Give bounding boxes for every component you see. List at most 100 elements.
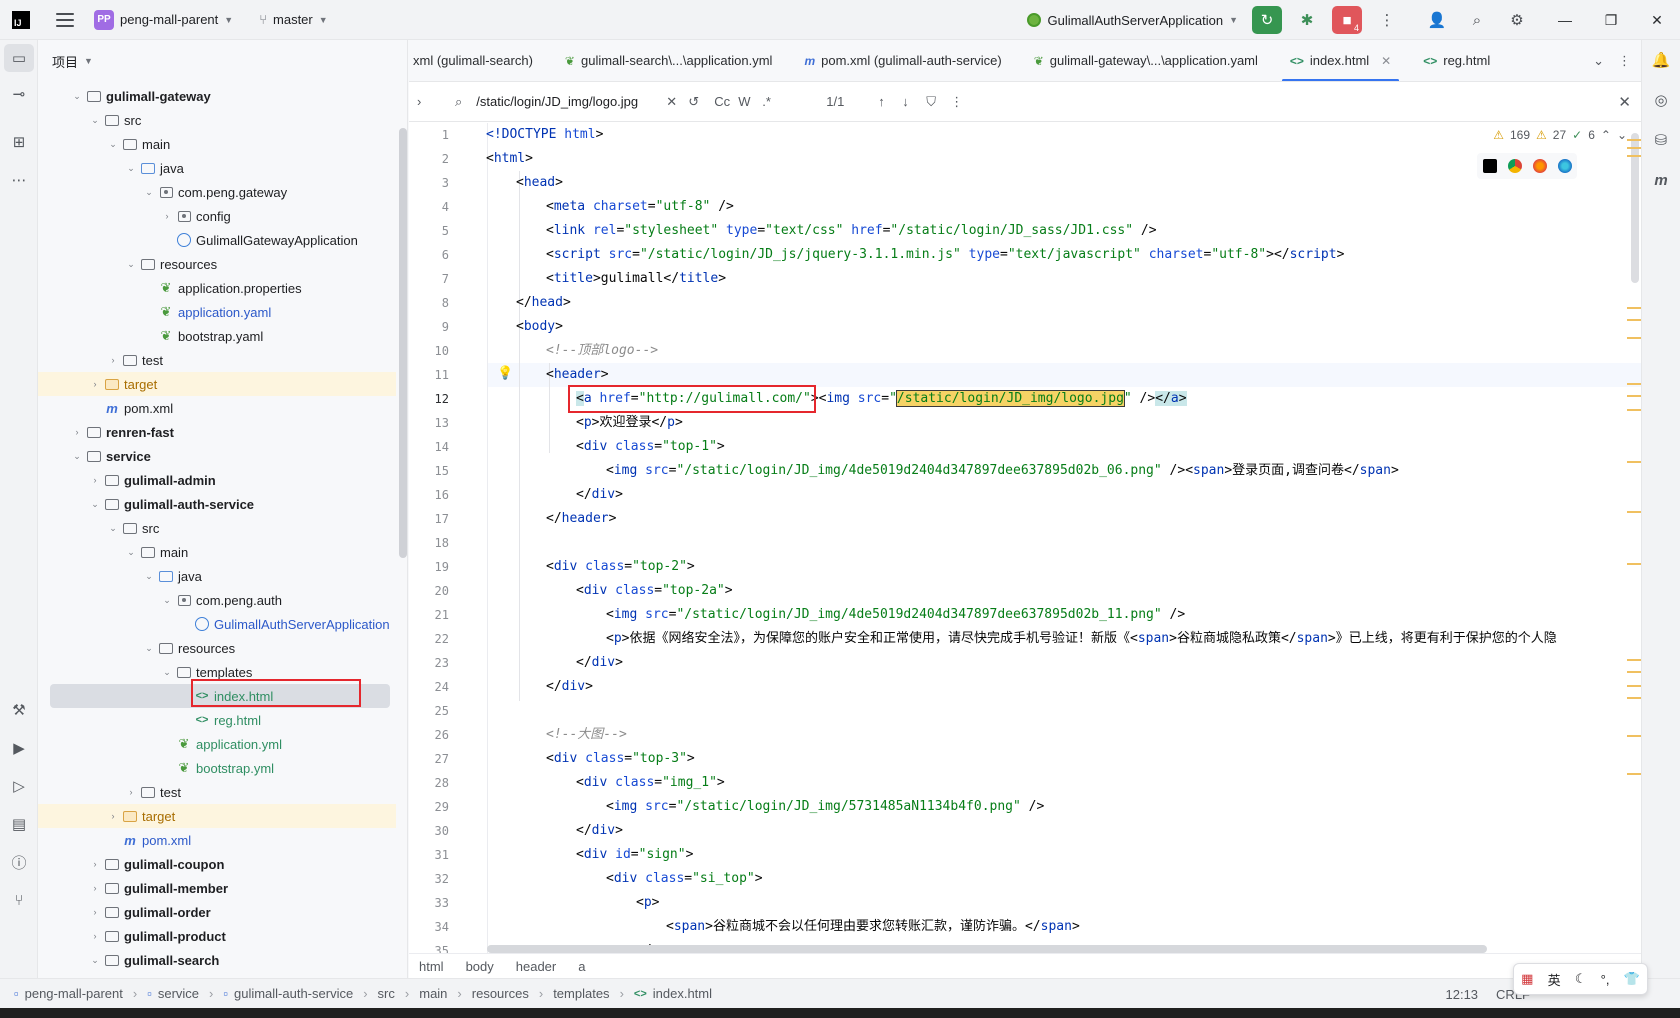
- error-stripe-mark[interactable]: [1627, 461, 1641, 463]
- status-crumb[interactable]: src: [378, 986, 395, 1001]
- status-crumb[interactable]: resources: [472, 986, 529, 1001]
- tree-node[interactable]: › test: [38, 780, 396, 804]
- error-stripe-mark[interactable]: [1627, 147, 1641, 149]
- database-icon[interactable]: ⛁: [1647, 126, 1675, 154]
- error-stripe-mark[interactable]: [1627, 337, 1641, 339]
- find-input[interactable]: /static/login/JD_img/logo.jpg: [476, 94, 666, 109]
- tree-node[interactable]: ⌄ service: [38, 444, 396, 468]
- status-crumb[interactable]: templates: [553, 986, 609, 1001]
- caret-position[interactable]: 12:13: [1446, 987, 1479, 1002]
- run-tool-icon[interactable]: ▷: [4, 772, 34, 800]
- expand-replace-icon[interactable]: ›: [417, 94, 437, 109]
- more-actions-icon[interactable]: ⋮: [1372, 6, 1402, 34]
- error-stripe-mark[interactable]: [1627, 511, 1641, 513]
- breadcrumb-item[interactable]: body: [466, 959, 494, 974]
- previous-highlight-icon[interactable]: ⌃: [1601, 128, 1611, 142]
- error-stripe-mark[interactable]: [1627, 773, 1641, 775]
- debug-button[interactable]: ✱: [1292, 6, 1322, 34]
- tree-node[interactable]: ⌄ src: [38, 108, 396, 132]
- tree-node[interactable]: GulimallAuthServerApplication: [38, 612, 396, 636]
- project-switcher[interactable]: PP peng-mall-parent ▼: [94, 9, 233, 30]
- stop-button[interactable]: ■ 4: [1332, 6, 1362, 34]
- clear-search-icon[interactable]: ✕: [666, 94, 688, 110]
- error-stripe-mark[interactable]: [1627, 319, 1641, 321]
- terminal-tool-icon[interactable]: ▤: [4, 810, 34, 838]
- error-stripe-mark[interactable]: [1627, 383, 1641, 385]
- tree-node[interactable]: ⌄ gulimall-search: [38, 948, 396, 972]
- intellij-browser-icon[interactable]: [1482, 159, 1497, 173]
- status-crumb[interactable]: main: [419, 986, 447, 1001]
- regex-toggle[interactable]: .*: [762, 94, 786, 109]
- error-stripe-mark[interactable]: [1627, 155, 1641, 157]
- find-more-icon[interactable]: ⋮: [950, 94, 974, 110]
- commit-tool-icon[interactable]: ⊸: [4, 80, 34, 108]
- ime-logo-icon[interactable]: ▦: [1521, 971, 1533, 987]
- ime-skin-icon[interactable]: 👕: [1624, 971, 1640, 987]
- tree-node[interactable]: ⌄ java: [38, 156, 396, 180]
- tree-node[interactable]: › gulimall-product: [38, 924, 396, 948]
- history-icon[interactable]: ↺: [688, 94, 714, 110]
- ime-punct-icon[interactable]: °,: [1601, 972, 1610, 987]
- notifications-bell-icon[interactable]: 🔔: [1647, 46, 1675, 74]
- tabs-dropdown-icon[interactable]: ⌄: [1593, 53, 1604, 69]
- close-tab-icon[interactable]: ✕: [1381, 54, 1391, 68]
- ime-language[interactable]: 英: [1548, 970, 1561, 989]
- edge-icon[interactable]: [1557, 159, 1572, 173]
- tree-node[interactable]: GulimallGatewayApplication: [38, 228, 396, 252]
- ai-assistant-icon[interactable]: ◎: [1647, 86, 1675, 114]
- whole-word-toggle[interactable]: W: [738, 94, 762, 109]
- tree-node[interactable]: ⌄ main: [38, 132, 396, 156]
- intention-bulb-icon[interactable]: 💡: [497, 366, 513, 381]
- build-tool-icon[interactable]: ⚒: [4, 696, 34, 724]
- tree-node[interactable]: ⌄ java: [38, 564, 396, 588]
- tree-node[interactable]: ⌄ src: [38, 516, 396, 540]
- tree-node[interactable]: ⌄ com.peng.gateway: [38, 180, 396, 204]
- project-tool-icon[interactable]: ▭: [4, 44, 34, 72]
- error-stripe-mark[interactable]: [1627, 139, 1641, 141]
- tab-index-html[interactable]: <> index.html ✕: [1274, 40, 1407, 81]
- more-tools-icon[interactable]: ⋯: [4, 166, 34, 194]
- rerun-button[interactable]: ↻: [1252, 6, 1282, 34]
- tab-reg-html[interactable]: <> reg.html: [1407, 40, 1506, 81]
- tree-node[interactable]: › gulimall-order: [38, 900, 396, 924]
- status-crumb[interactable]: peng-mall-parent: [25, 986, 123, 1001]
- add-user-icon[interactable]: 👤: [1422, 6, 1452, 34]
- git-tool-icon[interactable]: ⑂: [4, 886, 34, 914]
- tree-node[interactable]: ⌄ resources: [38, 636, 396, 660]
- tab-search-pom[interactable]: xml (gulimall-search): [409, 40, 549, 81]
- tree-node[interactable]: ⌄ gulimall-gateway: [38, 84, 396, 108]
- firefox-icon[interactable]: [1532, 159, 1547, 173]
- error-stripe-mark[interactable]: [1627, 735, 1641, 737]
- error-stripe-mark[interactable]: [1627, 671, 1641, 673]
- tree-node[interactable]: ⌄ main: [38, 540, 396, 564]
- tree-node[interactable]: m pom.xml: [38, 396, 396, 420]
- restore-button[interactable]: ❐: [1588, 0, 1634, 40]
- project-tree-scrollbar[interactable]: [399, 128, 407, 558]
- tabs-more-icon[interactable]: ⋮: [1618, 53, 1631, 69]
- tab-gateway-application-yaml[interactable]: ❦ gulimall-gateway\...\application.yaml: [1018, 40, 1274, 81]
- breadcrumb-item[interactable]: html: [419, 959, 444, 974]
- close-window-button[interactable]: ✕: [1634, 0, 1680, 40]
- error-stripe-mark[interactable]: [1627, 409, 1641, 411]
- tree-node[interactable]: › gulimall-coupon: [38, 852, 396, 876]
- ime-moon-icon[interactable]: ☾: [1575, 971, 1587, 987]
- tab-search-application-yml[interactable]: ❦ gulimall-search\...\application.yml: [549, 40, 789, 81]
- error-stripe-mark[interactable]: [1627, 685, 1641, 687]
- tree-node[interactable]: ❦ application.yaml: [38, 300, 396, 324]
- branch-switcher[interactable]: ⑂ master ▼: [259, 12, 327, 27]
- error-stripe-mark[interactable]: [1627, 697, 1641, 699]
- run-configuration-selector[interactable]: GulimallAuthServerApplication ▼: [1027, 13, 1238, 28]
- breadcrumb-item[interactable]: header: [516, 959, 556, 974]
- inspection-widget[interactable]: ⚠ 169 ⚠ 27 ✓ 6 ⌃ ⌄: [1493, 123, 1627, 147]
- main-menu-icon[interactable]: [56, 12, 74, 27]
- tree-node[interactable]: › test: [38, 348, 396, 372]
- breadcrumb-item[interactable]: a: [578, 959, 585, 974]
- minimize-button[interactable]: —: [1542, 0, 1588, 40]
- filter-icon[interactable]: ⛉: [926, 94, 950, 110]
- tree-node[interactable]: › target: [38, 372, 396, 396]
- tree-node[interactable]: › gulimall-admin: [38, 468, 396, 492]
- tree-node[interactable]: ❦ bootstrap.yaml: [38, 324, 396, 348]
- next-highlight-icon[interactable]: ⌄: [1617, 128, 1627, 142]
- error-stripe-mark[interactable]: [1627, 307, 1641, 309]
- error-stripe-mark[interactable]: [1627, 395, 1641, 397]
